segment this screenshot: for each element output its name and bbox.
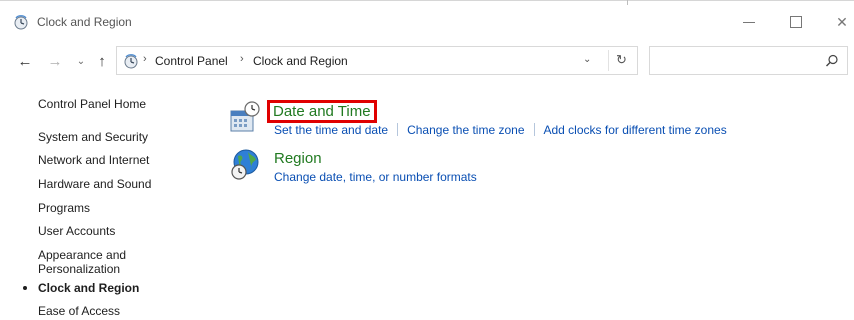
sidebar-item-programs[interactable]: Programs [38, 201, 90, 216]
close-button[interactable]: ✕ [828, 8, 854, 36]
sidebar-item-network-and-internet[interactable]: Network and Internet [38, 153, 149, 168]
navigation-bar: ← → ⌄ ↑ › Control Panel › Clock and Regi… [0, 44, 854, 78]
date-and-time-links: Set the time and date Change the time zon… [274, 123, 727, 137]
chevron-down-icon: ⌄ [76, 55, 86, 67]
control-panel-icon [124, 54, 138, 69]
link-change-time-zone[interactable]: Change the time zone [407, 123, 524, 137]
clock-and-region-app-icon [14, 15, 28, 30]
breadcrumb-separator-icon[interactable]: › [143, 53, 147, 65]
link-add-clocks[interactable]: Add clocks for different time zones [544, 123, 727, 137]
sidebar-item-clock-and-region[interactable]: Clock and Region [38, 281, 139, 296]
category-title-date-and-time[interactable]: Date and Time [268, 101, 376, 122]
search-input[interactable] [649, 46, 848, 75]
title-bar: Clock and Region ✕ [0, 0, 854, 44]
link-set-time-and-date[interactable]: Set the time and date [274, 123, 388, 137]
breadcrumb-separator-icon[interactable]: › [240, 53, 244, 65]
globe-clock-icon [231, 149, 259, 180]
link-divider [533, 123, 535, 136]
window-title: Clock and Region [37, 15, 132, 29]
window-top-border [0, 0, 854, 1]
region-links: Change date, time, or number formats [274, 170, 477, 184]
search-icon [826, 54, 838, 67]
maximize-icon [790, 16, 802, 28]
sidebar-item-ease-of-access[interactable]: Ease of Access [38, 304, 120, 319]
sidebar-item-user-accounts[interactable]: User Accounts [38, 224, 115, 239]
arrow-up-icon: ↑ [98, 52, 106, 70]
sidebar-item-system-and-security[interactable]: System and Security [38, 130, 148, 145]
maximize-button[interactable] [782, 8, 810, 36]
sidebar-item-personalization[interactable]: Personalization [38, 262, 120, 277]
sidebar-item-hardware-and-sound[interactable]: Hardware and Sound [38, 177, 151, 192]
address-bar[interactable]: › Control Panel › Clock and Region ⌄ ↻ [116, 46, 638, 75]
sidebar-item-control-panel-home[interactable]: Control Panel Home [38, 97, 146, 112]
up-button[interactable]: ↑ [93, 52, 111, 70]
forward-button[interactable]: → [46, 52, 64, 70]
address-divider [608, 50, 609, 71]
active-item-bullet [23, 286, 27, 290]
window-edge-mark [627, 0, 628, 5]
link-divider [397, 123, 399, 136]
sidebar-item-appearance-and[interactable]: Appearance and [38, 248, 126, 263]
arrow-right-icon: → [47, 52, 63, 70]
refresh-icon[interactable]: ↻ [616, 52, 627, 68]
breadcrumb-control-panel[interactable]: Control Panel [155, 54, 228, 68]
category-title-region[interactable]: Region [274, 150, 322, 167]
back-button[interactable]: ← [16, 52, 34, 70]
address-history-dropdown[interactable]: ⌄ [583, 54, 591, 65]
arrow-left-icon: ← [17, 52, 33, 70]
breadcrumb-clock-and-region[interactable]: Clock and Region [253, 54, 348, 68]
close-icon: ✕ [836, 13, 848, 30]
minimize-icon [743, 21, 755, 23]
link-change-formats[interactable]: Change date, time, or number formats [274, 170, 477, 184]
recent-locations-button[interactable]: ⌄ [72, 52, 90, 70]
calendar-clock-icon [230, 101, 260, 132]
minimize-button[interactable] [735, 8, 763, 36]
